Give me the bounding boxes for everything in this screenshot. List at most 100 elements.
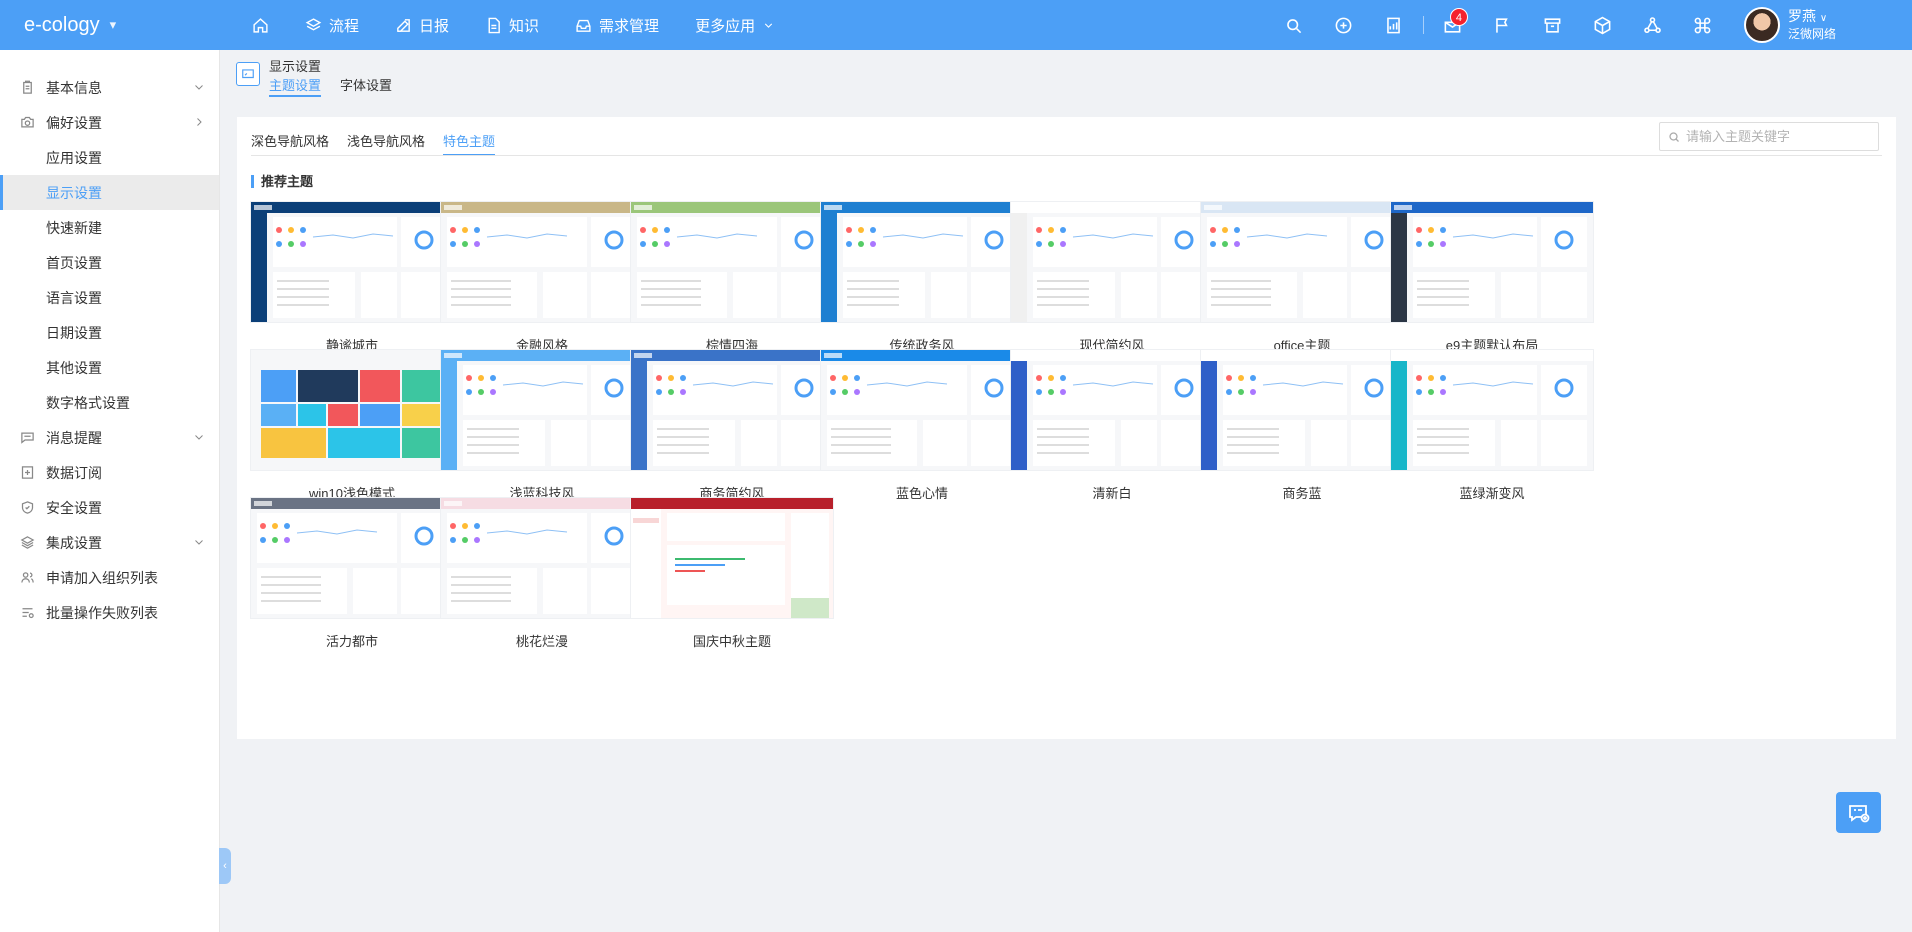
theme-card[interactable]: 金融风格 bbox=[441, 202, 643, 354]
logo-text: e-cology bbox=[24, 13, 100, 36]
sidebar-item-3[interactable]: 显示设置 bbox=[0, 175, 219, 210]
sidebar-item-label: 集成设置 bbox=[46, 534, 102, 551]
theme-card[interactable]: 浅蓝科技风 bbox=[441, 350, 643, 502]
theme-preview-image bbox=[1391, 202, 1593, 322]
nav-daily-report[interactable]: 日报 bbox=[377, 0, 467, 50]
theme-card[interactable]: 国庆中秋主题 bbox=[631, 498, 833, 650]
theme-card[interactable]: 棕情四海 bbox=[631, 202, 833, 354]
tab-dark-nav-style[interactable]: 深色导航风格 bbox=[251, 131, 329, 151]
theme-thumbnail[interactable] bbox=[1391, 350, 1593, 470]
message-button[interactable]: 4 bbox=[1428, 0, 1478, 50]
theme-thumbnail[interactable] bbox=[631, 350, 833, 470]
theme-thumbnail[interactable] bbox=[821, 350, 1023, 470]
sidebar-item-1[interactable]: 偏好设置 bbox=[0, 105, 219, 140]
theme-card[interactable]: 商务简约风 bbox=[631, 350, 833, 502]
sidebar-item-2[interactable]: 应用设置 bbox=[0, 140, 219, 175]
theme-card[interactable]: 活力都市 bbox=[251, 498, 453, 650]
theme-card[interactable]: win10浅色模式 bbox=[251, 350, 453, 502]
sidebar-item-label: 消息提醒 bbox=[46, 429, 102, 446]
theme-card[interactable]: 传统政务风 bbox=[821, 202, 1023, 354]
sidebar-item-6[interactable]: 语言设置 bbox=[0, 280, 219, 315]
nav-requirements[interactable]: 需求管理 bbox=[557, 0, 677, 50]
theme-search-input[interactable] bbox=[1686, 129, 1866, 144]
sidebar-item-7[interactable]: 日期设置 bbox=[0, 315, 219, 350]
sidebar-item-label: 应用设置 bbox=[46, 149, 102, 166]
theme-card[interactable]: 静谧城市 bbox=[251, 202, 453, 354]
theme-thumbnail[interactable] bbox=[1391, 202, 1593, 322]
create-button[interactable] bbox=[1319, 0, 1369, 50]
app-logo[interactable]: e-cology ▾ bbox=[0, 14, 220, 37]
theme-thumbnail[interactable] bbox=[631, 202, 833, 322]
theme-card[interactable]: 清新白 bbox=[1011, 350, 1213, 502]
theme-thumbnail[interactable] bbox=[251, 202, 453, 322]
sidebar-item-label: 申请加入组织列表 bbox=[46, 569, 158, 586]
theme-card[interactable]: 现代简约风 bbox=[1011, 202, 1213, 354]
nav-home[interactable] bbox=[234, 0, 287, 50]
theme-thumbnail[interactable] bbox=[251, 350, 453, 470]
list-icon bbox=[22, 608, 34, 619]
theme-thumbnail[interactable] bbox=[251, 498, 453, 618]
flag-button[interactable] bbox=[1478, 0, 1528, 50]
theme-card[interactable]: 蓝色心情 bbox=[821, 350, 1023, 502]
inbox-icon bbox=[576, 19, 591, 32]
sidebar-item-8[interactable]: 其他设置 bbox=[0, 350, 219, 385]
sidebar-item-14[interactable]: 申请加入组织列表 bbox=[0, 560, 219, 595]
report-button[interactable] bbox=[1369, 0, 1419, 50]
theme-preview-image bbox=[821, 350, 1023, 470]
theme-thumbnail[interactable] bbox=[631, 498, 833, 618]
archive-icon bbox=[1545, 17, 1561, 33]
theme-card[interactable]: e9主题默认布局 bbox=[1391, 202, 1593, 354]
nav-workflow[interactable]: 流程 bbox=[287, 0, 377, 50]
sidebar-item-label: 偏好设置 bbox=[46, 114, 102, 131]
nav-more-apps[interactable]: 更多应用 bbox=[677, 0, 793, 50]
search-button[interactable] bbox=[1269, 0, 1319, 50]
sidebar-item-0[interactable]: 基本信息 bbox=[0, 70, 219, 105]
network-button[interactable] bbox=[1628, 0, 1678, 50]
tab-theme-settings[interactable]: 主题设置 bbox=[269, 75, 322, 97]
theme-search-box[interactable] bbox=[1659, 122, 1879, 151]
chevron-down-icon bbox=[195, 540, 203, 545]
sidebar-item-label: 日期设置 bbox=[46, 324, 102, 341]
user-menu[interactable]: 罗燕 ∨ 泛微网络 bbox=[1728, 7, 1912, 43]
sidebar-item-13[interactable]: 集成设置 bbox=[0, 525, 219, 560]
theme-card[interactable]: office主题 bbox=[1201, 202, 1403, 354]
tab-featured-themes[interactable]: 特色主题 bbox=[443, 131, 496, 156]
nav-label: 流程 bbox=[329, 17, 360, 35]
theme-thumbnail[interactable] bbox=[1201, 202, 1403, 322]
theme-thumbnail[interactable] bbox=[1201, 350, 1403, 470]
theme-thumbnail[interactable] bbox=[1011, 202, 1213, 322]
theme-thumbnail[interactable] bbox=[441, 350, 643, 470]
sidebar-item-5[interactable]: 首页设置 bbox=[0, 245, 219, 280]
avatar bbox=[1743, 7, 1780, 43]
floating-action-button[interactable] bbox=[1836, 792, 1881, 833]
theme-card[interactable]: 蓝绿渐变风 bbox=[1391, 350, 1593, 502]
clipboard-icon bbox=[23, 80, 32, 94]
theme-preview-image bbox=[251, 350, 453, 470]
nav-knowledge[interactable]: 知识 bbox=[467, 0, 557, 50]
sidebar-item-15[interactable]: 批量操作失败列表 bbox=[0, 595, 219, 630]
document-icon bbox=[488, 17, 500, 33]
tab-light-nav-style[interactable]: 浅色导航风格 bbox=[347, 131, 425, 151]
subscribe-icon bbox=[21, 466, 34, 479]
theme-card[interactable]: 商务蓝 bbox=[1201, 350, 1403, 502]
command-button[interactable] bbox=[1678, 0, 1728, 50]
sidebar-item-4[interactable]: 快速新建 bbox=[0, 210, 219, 245]
theme-card[interactable]: 桃花烂漫 bbox=[441, 498, 643, 650]
hexagon-icon bbox=[1595, 16, 1611, 34]
sidebar-item-9[interactable]: 数字格式设置 bbox=[0, 385, 219, 420]
main-nav: 流程 日报 知识 需求管理 更多应用 bbox=[234, 0, 793, 50]
sidebar-item-10[interactable]: 消息提醒 bbox=[0, 420, 219, 455]
tab-font-settings[interactable]: 字体设置 bbox=[340, 75, 392, 97]
theme-name: 国庆中秋主题 bbox=[692, 634, 771, 649]
sidebar-item-11[interactable]: 数据订阅 bbox=[0, 455, 219, 490]
sidebar-item-12[interactable]: 安全设置 bbox=[0, 490, 219, 525]
sidebar-collapse-handle[interactable]: ‹ bbox=[219, 848, 231, 884]
archive-button[interactable] bbox=[1528, 0, 1578, 50]
theme-thumbnail[interactable] bbox=[1011, 350, 1213, 470]
theme-thumbnail[interactable] bbox=[821, 202, 1023, 322]
settings-sidebar: 基本信息偏好设置应用设置显示设置 快速新建 首页设置 语言设置日期设置其他设置 数字格式… bbox=[0, 50, 220, 932]
hexagon-button[interactable] bbox=[1578, 0, 1628, 50]
theme-thumbnail[interactable] bbox=[441, 498, 643, 618]
theme-thumbnail[interactable] bbox=[441, 202, 643, 322]
search-icon bbox=[1287, 18, 1302, 33]
